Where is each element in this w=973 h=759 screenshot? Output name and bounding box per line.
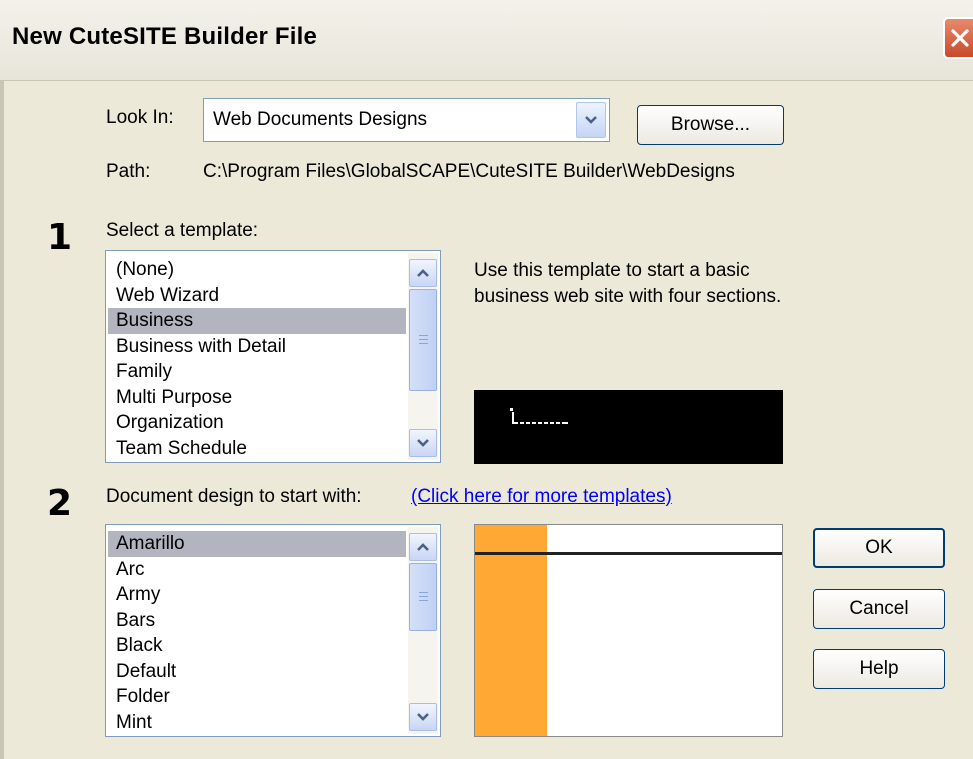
design-list-item[interactable]: Army bbox=[108, 582, 406, 608]
design-list: Amarillo Arc Army Bars Black Default Folder Min… bbox=[108, 531, 406, 735]
ok-button-label: OK bbox=[865, 537, 893, 558]
look-in-label: Look In: bbox=[106, 107, 174, 128]
design-preview-rule bbox=[475, 552, 782, 555]
design-preview-image bbox=[474, 524, 783, 737]
template-list: (None) Web Wizard Business Business with De… bbox=[108, 257, 406, 461]
chevron-down-icon bbox=[417, 713, 429, 721]
browse-button-label: Browse... bbox=[670, 114, 751, 135]
template-list-item[interactable]: Team Schedule bbox=[108, 436, 406, 462]
close-x-icon bbox=[951, 29, 969, 47]
design-list-item[interactable]: Amarillo bbox=[108, 531, 406, 557]
path-label: Path: bbox=[106, 161, 151, 182]
more-templates-link[interactable]: (Click here for more templates) bbox=[411, 486, 672, 508]
template-description: Use this template to start a basic busin… bbox=[474, 260, 782, 307]
look-in-value: Web Documents Designs bbox=[213, 109, 428, 130]
template-preview-graphic bbox=[510, 408, 568, 424]
design-listbox[interactable]: Amarillo Arc Army Bars Black Default Folder Min… bbox=[105, 524, 441, 737]
look-in-dropdown-button[interactable] bbox=[576, 102, 606, 138]
cancel-button-label: Cancel bbox=[849, 598, 909, 619]
chevron-down-icon bbox=[585, 116, 597, 124]
template-list-item[interactable]: Business bbox=[108, 308, 406, 334]
design-list-item[interactable]: Mint bbox=[108, 710, 406, 736]
browse-button[interactable]: Browse... bbox=[637, 105, 784, 145]
step-2-number: 2 bbox=[47, 483, 73, 524]
close-button[interactable] bbox=[943, 17, 973, 59]
step-1-number: 1 bbox=[47, 217, 73, 258]
design-list-item[interactable]: Arc bbox=[108, 557, 406, 583]
template-scroll-down-button[interactable] bbox=[409, 429, 437, 457]
design-scroll-thumb[interactable] bbox=[409, 563, 437, 631]
path-value: C:\Program Files\GlobalSCAPE\CuteSITE Bu… bbox=[203, 161, 735, 182]
chevron-up-icon bbox=[417, 543, 429, 551]
template-list-item[interactable]: Business with Detail bbox=[108, 334, 406, 360]
template-list-item[interactable]: (None) bbox=[108, 257, 406, 283]
design-list-item[interactable]: Default bbox=[108, 659, 406, 685]
chevron-up-icon bbox=[417, 269, 429, 277]
template-scroll-thumb[interactable] bbox=[409, 289, 437, 391]
select-template-label: Select a template: bbox=[106, 220, 259, 241]
design-scroll-up-button[interactable] bbox=[409, 533, 437, 561]
help-button[interactable]: Help bbox=[813, 649, 945, 689]
template-preview-image bbox=[474, 390, 783, 464]
design-preview-sidebar bbox=[475, 525, 547, 736]
design-list-item[interactable]: Black bbox=[108, 633, 406, 659]
design-scroll-down-button[interactable] bbox=[409, 703, 437, 731]
cancel-button[interactable]: Cancel bbox=[813, 589, 945, 629]
ok-button[interactable]: OK bbox=[813, 528, 945, 568]
template-list-item[interactable]: Family bbox=[108, 359, 406, 385]
design-list-item[interactable]: Folder bbox=[108, 684, 406, 710]
title-bar: New CuteSITE Builder File bbox=[0, 0, 973, 81]
help-button-label: Help bbox=[859, 658, 899, 679]
template-scroll-up-button[interactable] bbox=[409, 259, 437, 287]
template-list-item[interactable]: Multi Purpose bbox=[108, 385, 406, 411]
template-list-item[interactable]: Organization bbox=[108, 410, 406, 436]
template-scrollbar[interactable] bbox=[408, 253, 438, 460]
template-listbox[interactable]: (None) Web Wizard Business Business with De… bbox=[105, 250, 441, 463]
design-scrollbar[interactable] bbox=[408, 527, 438, 734]
template-list-item[interactable]: Web Wizard bbox=[108, 283, 406, 309]
document-design-label: Document design to start with: bbox=[106, 486, 362, 507]
window-border bbox=[0, 80, 4, 759]
look-in-combobox[interactable]: Web Documents Designs bbox=[203, 98, 610, 142]
design-list-item[interactable]: Bars bbox=[108, 608, 406, 634]
window-title: New CuteSITE Builder File bbox=[12, 23, 318, 50]
chevron-down-icon bbox=[417, 439, 429, 447]
